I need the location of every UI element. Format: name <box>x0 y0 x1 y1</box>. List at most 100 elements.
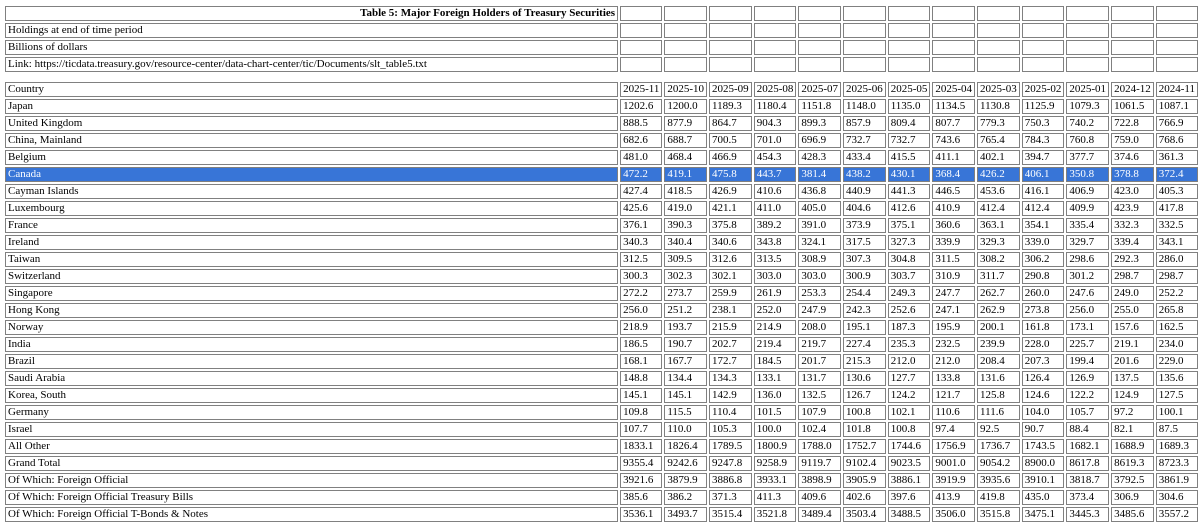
value-cell[interactable]: 172.7 <box>709 354 752 369</box>
country-cell[interactable]: Belgium <box>5 150 619 165</box>
value-cell[interactable]: 3515.8 <box>977 507 1020 522</box>
value-cell[interactable]: 300.3 <box>620 269 663 284</box>
value-cell[interactable]: 228.0 <box>1021 337 1065 352</box>
country-cell[interactable]: All Other <box>5 439 619 454</box>
value-cell[interactable]: 373.4 <box>1066 490 1110 505</box>
value-cell[interactable]: 8619.3 <box>1111 456 1154 471</box>
value-cell[interactable]: 312.5 <box>620 252 663 267</box>
value-cell[interactable]: 251.2 <box>664 303 708 318</box>
value-cell[interactable]: 100.0 <box>753 422 797 437</box>
value-cell[interactable]: 360.6 <box>932 218 976 233</box>
value-cell[interactable]: 454.3 <box>753 150 797 165</box>
value-cell[interactable]: 208.4 <box>977 354 1020 369</box>
value-cell[interactable]: 227.4 <box>843 337 886 352</box>
column-header[interactable]: 2025-06 <box>843 82 886 97</box>
value-cell[interactable]: 3493.7 <box>664 507 708 522</box>
value-cell[interactable]: 374.6 <box>1111 150 1154 165</box>
value-cell[interactable]: 468.4 <box>664 150 708 165</box>
column-header[interactable]: 2025-01 <box>1066 82 1110 97</box>
country-cell[interactable]: Cayman Islands <box>5 184 619 199</box>
empty-cell[interactable] <box>932 6 976 21</box>
value-cell[interactable]: 372.4 <box>1155 167 1198 182</box>
value-cell[interactable]: 247.7 <box>932 286 976 301</box>
value-cell[interactable]: 411.0 <box>753 201 797 216</box>
value-cell[interactable]: 394.7 <box>1021 150 1065 165</box>
value-cell[interactable]: 201.7 <box>798 354 842 369</box>
value-cell[interactable]: 111.6 <box>977 405 1020 420</box>
value-cell[interactable]: 441.3 <box>887 184 931 199</box>
value-cell[interactable]: 249.3 <box>887 286 931 301</box>
value-cell[interactable]: 9247.8 <box>709 456 752 471</box>
value-cell[interactable]: 195.1 <box>843 320 886 335</box>
empty-cell[interactable] <box>709 57 752 72</box>
country-header[interactable]: Country <box>5 82 619 97</box>
country-cell[interactable]: Of Which: Foreign Official Treasury Bill… <box>5 490 619 505</box>
column-header[interactable]: 2025-07 <box>798 82 842 97</box>
value-cell[interactable]: 343.8 <box>753 235 797 250</box>
value-cell[interactable]: 132.5 <box>798 388 842 403</box>
empty-cell[interactable] <box>753 23 797 38</box>
value-cell[interactable]: 3861.9 <box>1155 473 1198 488</box>
column-header[interactable]: 2024-11 <box>1155 82 1198 97</box>
value-cell[interactable]: 260.0 <box>1021 286 1065 301</box>
value-cell[interactable]: 3921.6 <box>620 473 663 488</box>
value-cell[interactable]: 8723.3 <box>1155 456 1198 471</box>
empty-cell[interactable] <box>798 40 842 55</box>
value-cell[interactable]: 329.7 <box>1066 235 1110 250</box>
value-cell[interactable]: 235.3 <box>887 337 931 352</box>
empty-cell[interactable] <box>664 23 708 38</box>
value-cell[interactable]: 339.9 <box>932 235 976 250</box>
value-cell[interactable]: 303.7 <box>887 269 931 284</box>
empty-cell[interactable] <box>620 23 663 38</box>
country-cell[interactable]: Grand Total <box>5 456 619 471</box>
country-cell[interactable]: Israel <box>5 422 619 437</box>
country-cell[interactable]: Korea, South <box>5 388 619 403</box>
value-cell[interactable]: 225.7 <box>1066 337 1110 352</box>
value-cell[interactable]: 1756.9 <box>932 439 976 454</box>
empty-cell[interactable] <box>1066 23 1110 38</box>
value-cell[interactable]: 3536.1 <box>620 507 663 522</box>
value-cell[interactable]: 273.8 <box>1021 303 1065 318</box>
value-cell[interactable]: 9023.5 <box>887 456 931 471</box>
value-cell[interactable]: 272.2 <box>620 286 663 301</box>
value-cell[interactable]: 201.6 <box>1111 354 1154 369</box>
value-cell[interactable]: 1688.9 <box>1111 439 1154 454</box>
value-cell[interactable]: 173.1 <box>1066 320 1110 335</box>
value-cell[interactable]: 261.9 <box>753 286 797 301</box>
country-cell[interactable]: Luxembourg <box>5 201 619 216</box>
value-cell[interactable]: 428.3 <box>798 150 842 165</box>
value-cell[interactable]: 368.4 <box>932 167 976 182</box>
value-cell[interactable]: 3919.9 <box>932 473 976 488</box>
value-cell[interactable]: 1743.5 <box>1021 439 1065 454</box>
value-cell[interactable]: 3933.1 <box>753 473 797 488</box>
empty-cell[interactable] <box>932 57 976 72</box>
value-cell[interactable]: 9355.4 <box>620 456 663 471</box>
value-cell[interactable]: 313.5 <box>753 252 797 267</box>
value-cell[interactable]: 1826.4 <box>664 439 708 454</box>
value-cell[interactable]: 9054.2 <box>977 456 1020 471</box>
value-cell[interactable]: 317.5 <box>843 235 886 250</box>
value-cell[interactable]: 262.7 <box>977 286 1020 301</box>
value-cell[interactable]: 3792.5 <box>1111 473 1154 488</box>
country-cell[interactable]: India <box>5 337 619 352</box>
value-cell[interactable]: 199.4 <box>1066 354 1110 369</box>
value-cell[interactable]: 1087.1 <box>1155 99 1198 114</box>
value-cell[interactable]: 419.8 <box>977 490 1020 505</box>
value-cell[interactable]: 9102.4 <box>843 456 886 471</box>
value-cell[interactable]: 311.5 <box>932 252 976 267</box>
meta-period[interactable]: Holdings at end of time period <box>5 23 619 38</box>
country-cell[interactable]: Norway <box>5 320 619 335</box>
value-cell[interactable]: 3898.9 <box>798 473 842 488</box>
value-cell[interactable]: 340.6 <box>709 235 752 250</box>
country-cell[interactable]: Hong Kong <box>5 303 619 318</box>
value-cell[interactable]: 759.0 <box>1111 133 1154 148</box>
value-cell[interactable]: 390.3 <box>664 218 708 233</box>
value-cell[interactable]: 219.4 <box>753 337 797 352</box>
value-cell[interactable]: 3489.4 <box>798 507 842 522</box>
value-cell[interactable]: 309.5 <box>664 252 708 267</box>
value-cell[interactable]: 202.7 <box>709 337 752 352</box>
value-cell[interactable]: 809.4 <box>887 116 931 131</box>
value-cell[interactable]: 402.1 <box>977 150 1020 165</box>
value-cell[interactable]: 109.8 <box>620 405 663 420</box>
empty-cell[interactable] <box>753 57 797 72</box>
